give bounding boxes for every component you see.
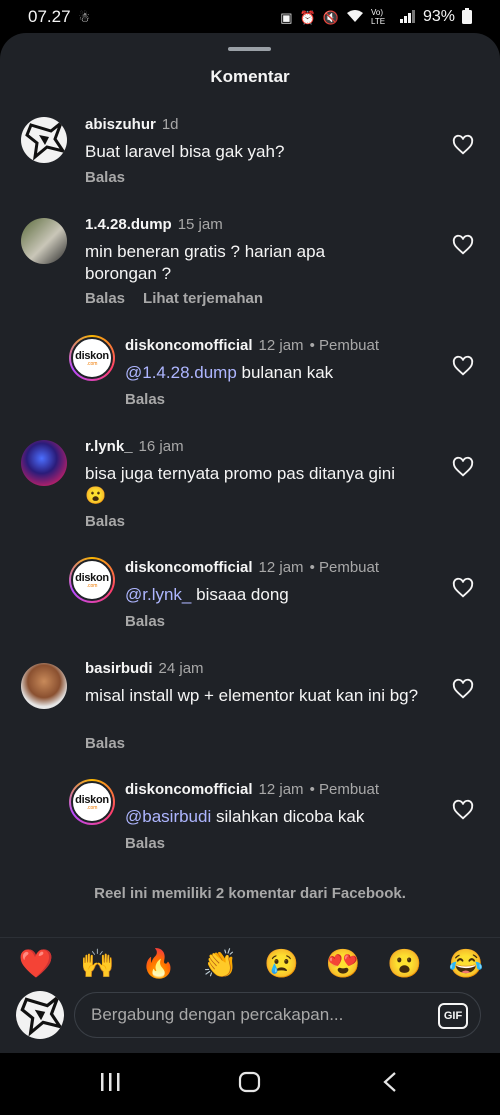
comment-time: 12 jam [258, 781, 304, 798]
abstract-star-avatar-icon [25, 118, 67, 161]
emoji-quick-bar: ❤️ 🙌 🔥 👏 😢 😍 😮 😂 [16, 947, 486, 980]
creator-badge: • Pembuat [309, 781, 380, 798]
recent-apps-icon[interactable] [99, 1071, 121, 1093]
back-icon[interactable] [380, 1071, 400, 1093]
emoji-surprised-button[interactable]: 😮 [385, 947, 425, 980]
comment-text: bisa juga ternyata promo pas ditanya gin… [85, 464, 395, 505]
like-heart-icon[interactable] [452, 234, 474, 256]
status-bar: 07.27 ☃ ▣ ⏰ 🔇 Vo) LTE 93% [0, 0, 500, 34]
reply-button[interactable]: Balas [85, 290, 125, 307]
creator-badge: • Pembuat [309, 337, 380, 354]
reply-button[interactable]: Balas [85, 735, 125, 752]
abstract-star-avatar-icon [20, 992, 64, 1037]
comment-time: 16 jam [138, 438, 184, 455]
comment-username[interactable]: diskoncomofficial [125, 559, 253, 576]
see-translation-button[interactable]: Lihat terjemahan [143, 290, 263, 307]
comment-time: 15 jam [177, 216, 223, 233]
like-heart-icon[interactable] [452, 577, 474, 599]
reply-button[interactable]: Balas [85, 169, 125, 186]
comment-username[interactable]: r.lynk_ [85, 438, 133, 455]
comment-username[interactable]: basirbudi [85, 660, 153, 677]
avatar[interactable]: diskon .com [69, 779, 115, 825]
emoji-fire-button[interactable]: 🔥 [139, 947, 179, 980]
emoji-heart-eyes-button[interactable]: 😍 [323, 947, 363, 980]
notification-icon: ☃ [78, 9, 91, 25]
battery-percent: 93% [422, 8, 455, 25]
comment-text: misal install wp + elementor kuat kan in… [85, 686, 419, 705]
like-heart-icon[interactable] [452, 134, 474, 156]
battery-icon [462, 8, 472, 26]
screenshot-icon: ▣ [280, 9, 293, 25]
emoji-crying-button[interactable]: 😢 [262, 947, 302, 980]
comment-time: 1d [161, 116, 179, 133]
like-heart-icon[interactable] [452, 799, 474, 821]
divider [0, 937, 500, 938]
avatar[interactable] [21, 117, 67, 163]
emoji-raised-hands-button[interactable]: 🙌 [77, 947, 117, 980]
current-user-avatar [16, 991, 64, 1039]
lte-icon: Vo) LTE [370, 8, 386, 26]
comment-time: 12 jam [258, 559, 304, 576]
alarm-icon: ⏰ [299, 9, 316, 25]
like-heart-icon[interactable] [452, 355, 474, 377]
reply-button[interactable]: Balas [85, 513, 125, 530]
mention-link[interactable]: @r.lynk_ [125, 585, 191, 604]
gif-button[interactable]: GIF [438, 1003, 468, 1029]
avatar[interactable] [21, 440, 67, 486]
diskon-logo-icon: diskon .com [71, 337, 113, 379]
sheet-title: Komentar [210, 67, 290, 86]
home-icon[interactable] [238, 1071, 262, 1093]
comment-text: @1.4.28.dump bulanan kak [125, 363, 334, 382]
avatar[interactable]: diskon .com [69, 557, 115, 603]
emoji-clap-button[interactable]: 👏 [200, 947, 240, 980]
comments-sheet: Komentar abiszuhur 1d Buat laravel bisa … [0, 33, 500, 1053]
emoji-heart-button[interactable]: ❤️ [16, 947, 56, 980]
diskon-logo-icon: diskon .com [71, 559, 113, 601]
diskon-logo-icon: diskon .com [71, 781, 113, 823]
status-time: 07.27 [28, 7, 71, 26]
mention-link[interactable]: @1.4.28.dump [125, 363, 237, 382]
creator-badge: • Pembuat [309, 559, 380, 576]
mute-icon: 🔇 [322, 9, 339, 25]
mention-link[interactable]: @basirbudi [125, 807, 211, 826]
emoji-laughing-button[interactable]: 😂 [446, 947, 486, 980]
comment-username[interactable]: 1.4.28.dump [85, 216, 172, 233]
signal-icon [399, 9, 416, 25]
like-heart-icon[interactable] [452, 678, 474, 700]
drag-handle[interactable] [228, 47, 271, 51]
surprised-emoji: 😮 [85, 486, 107, 505]
comment-text: @basirbudi silahkan dicoba kak [125, 807, 365, 826]
comment-time: 24 jam [158, 660, 204, 677]
avatar[interactable] [21, 218, 67, 264]
reply-button[interactable]: Balas [125, 613, 165, 630]
comment-input-placeholder: Bergabung dengan percakapan... [91, 1005, 344, 1024]
facebook-comments-note[interactable]: Reel ini memiliki 2 komentar dari Facebo… [0, 885, 500, 902]
avatar[interactable] [21, 663, 67, 709]
comment-username[interactable]: diskoncomofficial [125, 337, 253, 354]
reply-button[interactable]: Balas [125, 391, 165, 408]
comment-time: 12 jam [258, 337, 304, 354]
like-heart-icon[interactable] [452, 456, 474, 478]
wifi-icon [346, 9, 364, 25]
reply-button[interactable]: Balas [125, 835, 165, 852]
comment-username[interactable]: abiszuhur [85, 116, 156, 133]
comment-input[interactable]: Bergabung dengan percakapan... GIF [74, 992, 481, 1038]
comment-username[interactable]: diskoncomofficial [125, 781, 253, 798]
system-nav-bar [0, 1053, 500, 1115]
comment-text: Buat laravel bisa gak yah? [85, 142, 285, 161]
comment-text: @r.lynk_ bisaaa dong [125, 585, 289, 604]
comment-text: min beneran gratis ? harian apa borongan… [85, 242, 326, 283]
avatar[interactable]: diskon .com [69, 335, 115, 381]
